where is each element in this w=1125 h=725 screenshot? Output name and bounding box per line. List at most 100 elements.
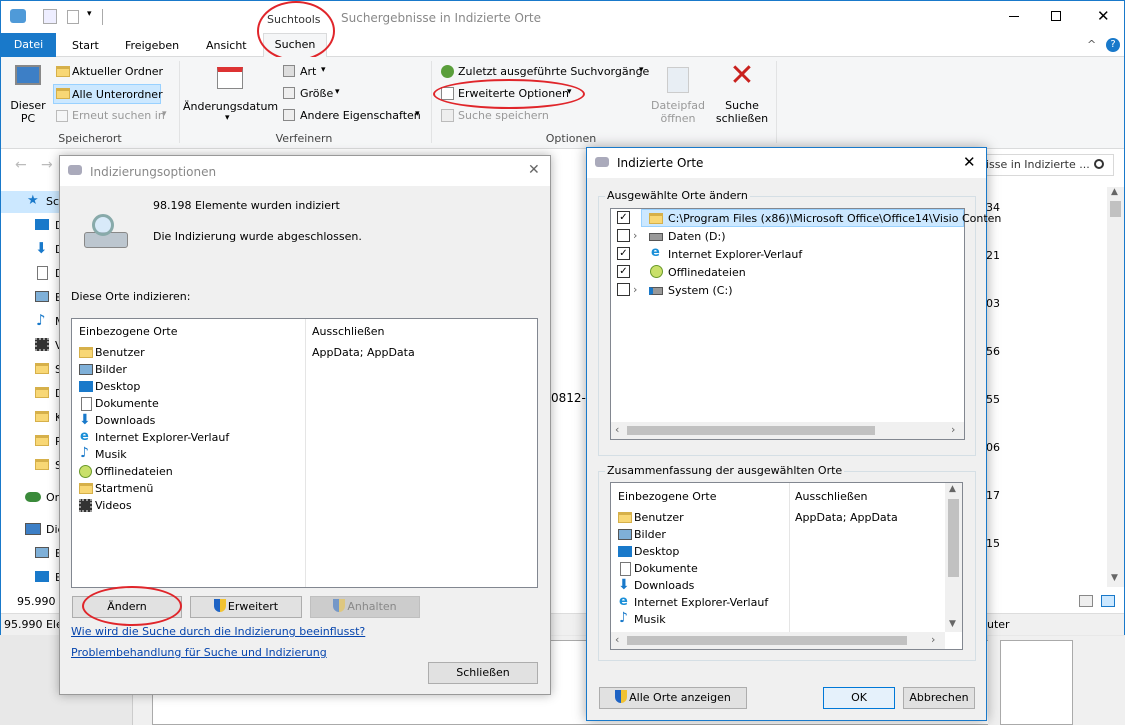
scroll-left-icon[interactable]: ‹ xyxy=(615,633,619,646)
chevron-right-icon[interactable]: › xyxy=(633,283,637,296)
ribbon-separator xyxy=(431,61,432,143)
cancel-button[interactable]: Abbrechen xyxy=(903,687,975,709)
tree-checkbox[interactable] xyxy=(617,283,630,296)
tiles-view-icon[interactable] xyxy=(1101,595,1115,607)
other-props-label: Andere Eigenschaften xyxy=(300,109,421,122)
summary-list[interactable]: Einbezogene Orte Ausschließen AppData; A… xyxy=(610,482,963,650)
recent-searches-button[interactable]: Zuletzt ausgeführte Suchvorgänge ▾ xyxy=(439,63,651,81)
scroll-right-icon[interactable]: › xyxy=(931,633,935,646)
nav-item[interactable]: B xyxy=(1,567,63,589)
location-tree[interactable]: ✓ C:\Program Files (x86)\Microsoft Offic… xyxy=(610,208,1001,440)
nav-item[interactable]: K xyxy=(1,407,62,429)
nav-item[interactable]: B xyxy=(1,543,63,565)
modify-button-highlight xyxy=(82,586,182,626)
size-button[interactable]: Größe ▾ xyxy=(281,85,351,103)
tree-checkbox[interactable] xyxy=(617,229,630,242)
nav-item[interactable]: S xyxy=(1,359,62,381)
location-label: Bilder xyxy=(95,363,127,376)
folder-icon xyxy=(56,66,70,77)
folder-icon xyxy=(35,387,49,398)
close-button[interactable]: Schließen xyxy=(428,662,538,684)
scroll-thumb[interactable] xyxy=(627,426,875,435)
dialog-title-bar: Indizierungsoptionen ✕ xyxy=(60,156,550,186)
locations-list[interactable]: Einbezogene Orte Ausschließen AppData; A… xyxy=(71,318,538,588)
open-location-button: Dateipfad öffnen xyxy=(647,63,709,127)
tab-home[interactable]: Start xyxy=(72,39,99,52)
result-value: 03 xyxy=(986,297,1000,310)
nav-item[interactable]: D xyxy=(1,383,63,405)
scroll-thumb[interactable] xyxy=(627,636,907,645)
group-options-label: Optionen xyxy=(545,132,597,145)
scroll-up-icon[interactable]: ▲ xyxy=(949,484,956,494)
this-pc-button[interactable]: Dieser PC xyxy=(5,63,51,127)
col-included-header: Einbezogene Orte xyxy=(618,490,717,503)
location-label: Bilder xyxy=(634,528,666,541)
all-subfolders-button[interactable]: Alle Unterordner xyxy=(53,84,163,104)
tab-file[interactable]: Datei xyxy=(1,33,56,57)
tree-checkbox[interactable]: ✓ xyxy=(617,211,630,224)
nav-item[interactable]: ⬇D xyxy=(1,239,63,261)
ribbon-collapse-icon[interactable]: ^ xyxy=(1087,38,1096,51)
location-label: Videos xyxy=(95,499,132,512)
back-arrow-icon[interactable]: ← xyxy=(15,157,27,173)
recent-searches-icon xyxy=(441,65,454,78)
ok-button[interactable]: OK xyxy=(823,687,895,709)
scroll-up-icon[interactable]: ▲ xyxy=(1111,187,1118,197)
close-icon[interactable]: ✕ xyxy=(963,153,976,171)
nav-item-quick-access[interactable]: ★ Sch xyxy=(1,191,66,213)
current-folder-button[interactable]: Aktueller Ordner xyxy=(54,63,163,81)
scroll-left-icon[interactable]: ‹ xyxy=(615,423,619,436)
nav-item[interactable]: ♪M xyxy=(1,311,65,333)
tree-checkbox[interactable]: ✓ xyxy=(617,265,630,278)
summary-hscrollbar[interactable]: ‹ › xyxy=(611,632,945,649)
dialog-title: Indizierungsoptionen xyxy=(90,165,217,179)
scroll-thumb[interactable] xyxy=(1110,201,1121,217)
close-search-button[interactable]: ✕ Suche schließen xyxy=(713,59,771,127)
summary-vscrollbar[interactable]: ▲ ▼ xyxy=(945,483,962,632)
close-icon[interactable]: ✕ xyxy=(1097,7,1110,25)
minimize-icon[interactable] xyxy=(1009,16,1019,17)
tab-share[interactable]: Freigeben xyxy=(125,39,179,52)
scroll-thumb[interactable] xyxy=(948,499,959,577)
new-folder-icon[interactable] xyxy=(67,10,79,24)
help-icon[interactable]: ? xyxy=(1106,38,1120,52)
nav-item[interactable]: D xyxy=(1,215,63,237)
qat-dropdown-icon[interactable]: ▾ xyxy=(87,9,92,19)
nav-item[interactable]: S xyxy=(1,455,62,477)
background-window-pane xyxy=(1000,640,1073,725)
troubleshoot-link[interactable]: Problembehandlung für Suche und Indizier… xyxy=(71,646,327,659)
scroll-right-icon[interactable]: › xyxy=(951,423,955,436)
help-link[interactable]: Wie wird die Suche durch die Indizierung… xyxy=(71,625,365,638)
close-icon[interactable]: ✕ xyxy=(528,162,540,178)
indexing-icon xyxy=(68,165,82,175)
save-search-label: Suche speichern xyxy=(458,109,549,122)
maximize-icon[interactable] xyxy=(1051,11,1061,21)
tree-checkbox[interactable]: ✓ xyxy=(617,247,630,260)
section2-label: Zusammenfassung der ausgewählten Orte xyxy=(605,464,845,477)
nav-item[interactable]: P xyxy=(1,431,62,453)
tree-label: C:\Program Files (x86)\Microsoft Office\… xyxy=(668,212,1002,225)
search-box[interactable]: isse in Indizierte ... xyxy=(981,154,1114,176)
nav-item[interactable]: B xyxy=(1,287,63,309)
nav-item[interactable]: V xyxy=(1,335,63,357)
nav-item[interactable]: D xyxy=(1,263,63,285)
scroll-down-icon[interactable]: ▼ xyxy=(1111,573,1118,583)
kind-label: Art xyxy=(300,65,317,78)
tree-hscrollbar[interactable]: ‹ › xyxy=(611,422,964,439)
date-modified-button[interactable]: Änderungsdatum ▾ xyxy=(183,63,278,127)
nav-item-onedrive[interactable]: Ord xyxy=(1,487,66,509)
chevron-right-icon[interactable]: › xyxy=(633,229,637,242)
kind-button[interactable]: Art ▾ xyxy=(281,63,341,81)
drive-icon xyxy=(649,233,663,241)
properties-icon[interactable] xyxy=(43,9,57,24)
explorer-icon[interactable] xyxy=(10,9,26,23)
forward-arrow-icon[interactable]: → xyxy=(41,157,53,173)
scroll-down-icon[interactable]: ▼ xyxy=(949,619,956,629)
other-props-button[interactable]: Andere Eigenschaften ▾ xyxy=(281,107,427,125)
nav-item-this-pc[interactable]: Dies xyxy=(1,519,70,541)
details-view-icon[interactable] xyxy=(1079,595,1093,607)
results-scrollbar[interactable]: ▲ ▼ xyxy=(1107,187,1124,587)
tab-view[interactable]: Ansicht xyxy=(206,39,247,52)
advanced-button[interactable]: Erweitert xyxy=(190,596,302,618)
show-all-locations-button[interactable]: Alle Orte anzeigen xyxy=(599,687,747,709)
